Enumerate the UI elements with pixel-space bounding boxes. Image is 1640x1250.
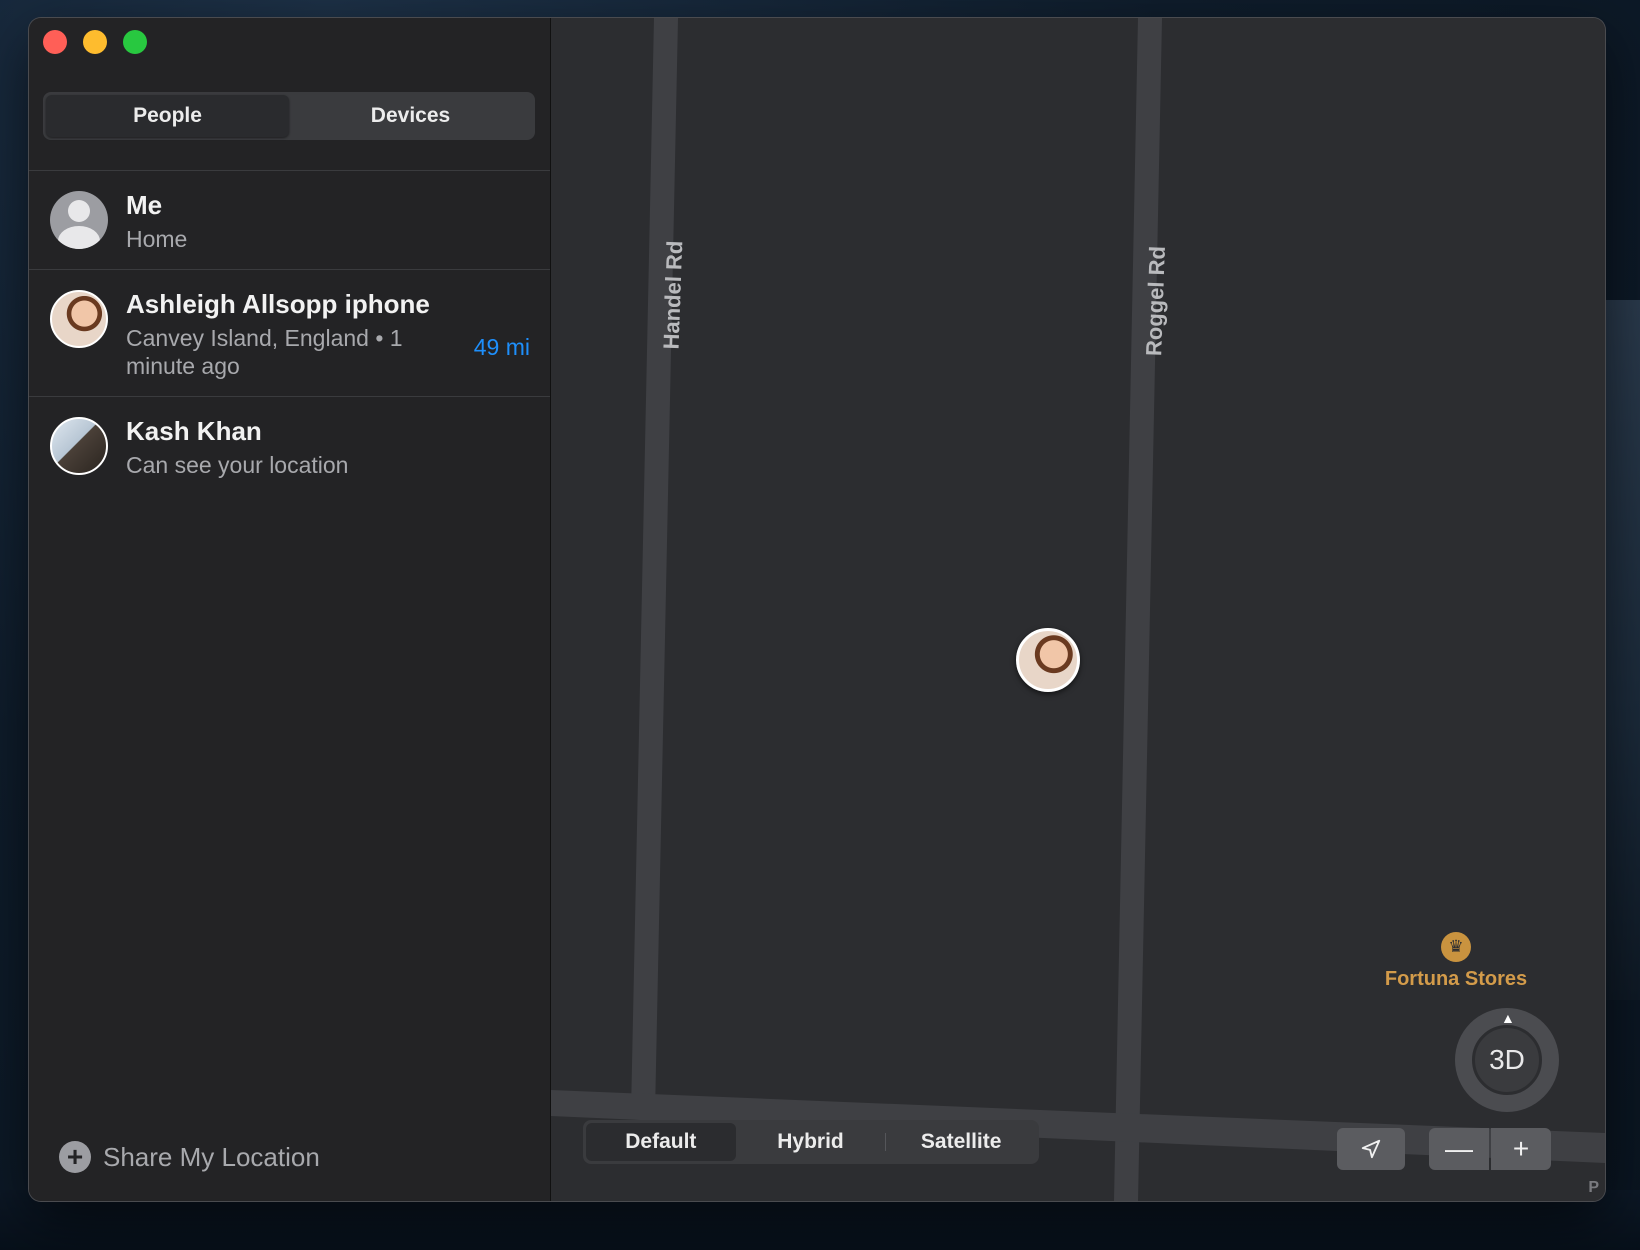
minus-icon: — — [1445, 1133, 1473, 1164]
location-arrow-icon — [1361, 1139, 1381, 1159]
list-item-ashleigh[interactable]: Ashleigh Allsopp iphone Canvey Island, E… — [29, 269, 550, 396]
person-name: Kash Khan — [126, 416, 262, 446]
person-info: Ashleigh Allsopp iphone Canvey Island, E… — [126, 288, 530, 380]
tab-devices[interactable]: Devices — [289, 95, 532, 137]
list-item-kash[interactable]: Kash Khan Can see your location — [29, 396, 550, 495]
people-list: Me Home Ashleigh Allsopp iphone Canvey I… — [29, 170, 550, 495]
person-subtitle: Can see your location — [126, 452, 349, 478]
list-item-me[interactable]: Me Home — [29, 170, 550, 269]
minimize-button[interactable] — [83, 30, 107, 54]
generic-person-icon — [50, 191, 108, 249]
avatar — [50, 290, 108, 348]
tab-people[interactable]: People — [46, 95, 289, 137]
zoom-out-button[interactable]: — — [1429, 1128, 1489, 1170]
north-arrow-icon: ▲ — [1501, 1010, 1515, 1026]
avatar-head — [68, 200, 90, 222]
zoom-in-button[interactable]: + — [1491, 1128, 1551, 1170]
road-label-handel: Handel Rd — [658, 240, 688, 350]
sidebar: People Devices Me Home Ashleigh Allsopp … — [29, 18, 551, 1201]
road-handel — [631, 18, 678, 1113]
compass-control[interactable]: ▲ 3D — [1455, 1008, 1559, 1112]
poi-label: Fortuna Stores — [1384, 968, 1528, 990]
zoom-button[interactable] — [123, 30, 147, 54]
map-view[interactable]: Handel Rd Roggel Rd ♛ Fortuna Stores ▲ 3… — [551, 18, 1605, 1201]
share-my-location-button[interactable]: + Share My Location — [59, 1141, 320, 1173]
plus-circle-icon: + — [59, 1141, 91, 1173]
map-roads — [551, 18, 1605, 1201]
distance-label: 49 mi — [473, 334, 530, 360]
compass-3d-button[interactable]: 3D — [1472, 1025, 1542, 1095]
person-subtitle: Home — [126, 226, 188, 252]
plus-icon: + — [1512, 1133, 1530, 1164]
person-name: Me — [126, 190, 163, 220]
find-my-window: People Devices Me Home Ashleigh Allsopp … — [29, 18, 1605, 1201]
map-type-default[interactable]: Default — [586, 1123, 736, 1161]
map-type-selector: Default Hybrid Satellite — [583, 1120, 1039, 1164]
share-my-location-label: Share My Location — [103, 1141, 320, 1172]
avatar-body — [58, 226, 100, 249]
avatar — [50, 417, 108, 475]
people-devices-tabs: People Devices — [43, 92, 535, 140]
person-info: Kash Khan Can see your location — [126, 415, 530, 479]
road-label-roggel: Roggel Rd — [1141, 245, 1170, 357]
poi-fortuna-stores[interactable]: ♛ Fortuna Stores — [1371, 932, 1541, 991]
close-button[interactable] — [43, 30, 67, 54]
basket-icon: ♛ — [1441, 932, 1471, 962]
person-info: Me Home — [126, 189, 530, 253]
person-location-pin[interactable] — [1016, 628, 1080, 692]
person-name: Ashleigh Allsopp iphone — [126, 289, 430, 319]
map-type-satellite[interactable]: Satellite — [886, 1123, 1036, 1161]
map-type-hybrid[interactable]: Hybrid — [736, 1123, 886, 1161]
current-location-button[interactable] — [1337, 1128, 1405, 1170]
road-roggel — [1114, 18, 1162, 1201]
map-credit: P — [1588, 1179, 1599, 1196]
window-controls — [43, 30, 147, 54]
person-subtitle: Canvey Island, England • 1 minute ago — [126, 325, 403, 379]
